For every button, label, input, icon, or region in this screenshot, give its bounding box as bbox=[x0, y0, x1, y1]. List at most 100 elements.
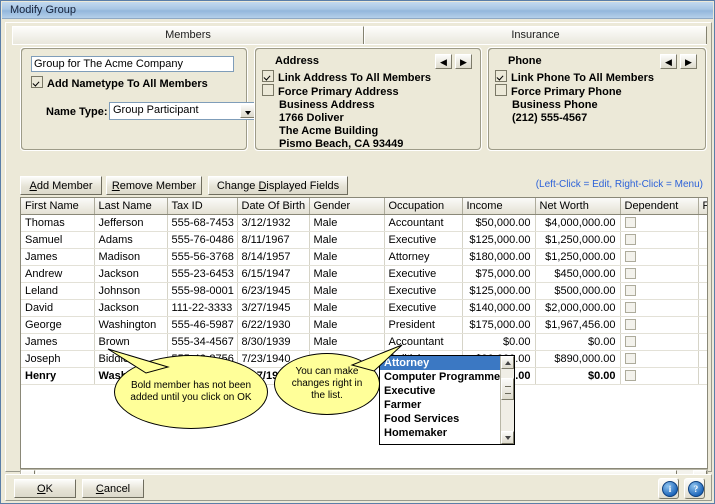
cell-net-worth[interactable]: $450,000.00 bbox=[535, 265, 621, 283]
cell-last-name[interactable]: Jackson bbox=[94, 265, 168, 283]
cell-last-name[interactable]: Johnson bbox=[94, 282, 168, 300]
dependent-checkbox[interactable] bbox=[624, 217, 636, 228]
cell-tax-id[interactable]: 555-68-7453 bbox=[167, 214, 238, 232]
cell-date-of-birth[interactable]: 6/22/1930 bbox=[237, 316, 310, 334]
column-header-first-name[interactable]: First Name bbox=[21, 198, 95, 215]
dependent-checkbox[interactable] bbox=[624, 268, 636, 279]
group-name-input[interactable] bbox=[31, 56, 234, 72]
cell-gender[interactable]: Male bbox=[309, 299, 385, 317]
cell-tax-id[interactable]: 111-22-3333 bbox=[167, 299, 238, 317]
cell-net-worth[interactable]: $1,250,000.00 bbox=[535, 248, 621, 266]
cell-income[interactable]: $175,000.00 bbox=[462, 316, 536, 334]
cell-dependent[interactable] bbox=[620, 299, 699, 317]
dropdown-option[interactable]: Executive bbox=[380, 384, 514, 398]
cell-gender[interactable]: Male bbox=[309, 316, 385, 334]
dependent-checkbox[interactable] bbox=[624, 302, 636, 313]
column-header-net-worth[interactable]: Net Worth bbox=[535, 198, 621, 215]
cell-tax-id[interactable]: 555-76-0486 bbox=[167, 231, 238, 249]
name-type-select[interactable]: Group Participant bbox=[109, 102, 257, 120]
column-header-occupation[interactable]: Occupation bbox=[384, 198, 463, 215]
cell-relation[interactable] bbox=[698, 282, 707, 300]
dependent-checkbox[interactable] bbox=[624, 370, 636, 381]
column-header-relation[interactable]: Relation bbox=[698, 198, 707, 215]
change-displayed-fields-button[interactable]: Change Displayed Fields bbox=[208, 176, 348, 195]
force-primary-phone-checkbox[interactable]: Force Primary Phone bbox=[495, 84, 622, 98]
cell-income[interactable]: $75,000.00 bbox=[462, 265, 536, 283]
cell-relation[interactable] bbox=[698, 299, 707, 317]
cell-dependent[interactable] bbox=[620, 265, 699, 283]
cell-last-name[interactable]: Adams bbox=[94, 231, 168, 249]
table-row[interactable]: George Washington 555-46-5987 6/22/1930 Male… bbox=[21, 316, 707, 334]
cell-date-of-birth[interactable]: 8/30/1939 bbox=[237, 333, 310, 351]
cell-occupation[interactable]: President bbox=[384, 316, 463, 334]
phone-prev-button[interactable]: ◀ bbox=[660, 54, 677, 69]
cell-net-worth[interactable]: $1,250,000.00 bbox=[535, 231, 621, 249]
table-row[interactable]: David Jackson 111-22-3333 3/27/1945 Male Exec… bbox=[21, 299, 707, 317]
cell-income[interactable]: $50,000.00 bbox=[462, 214, 536, 232]
cell-tax-id[interactable]: 555-34-4567 bbox=[167, 333, 238, 351]
cell-date-of-birth[interactable]: 6/23/1945 bbox=[237, 282, 310, 300]
force-primary-address-checkbox[interactable]: Force Primary Address bbox=[262, 84, 399, 98]
link-phone-checkbox[interactable]: Link Phone To All Members bbox=[495, 70, 654, 84]
scroll-down-icon[interactable] bbox=[501, 431, 514, 444]
cell-first-name[interactable]: Henry bbox=[21, 367, 95, 385]
dependent-checkbox[interactable] bbox=[624, 251, 636, 262]
cell-relation[interactable] bbox=[698, 333, 707, 351]
cell-tax-id[interactable]: 555-98-0001 bbox=[167, 282, 238, 300]
cell-relation[interactable] bbox=[698, 231, 707, 249]
cell-gender[interactable]: Male bbox=[309, 248, 385, 266]
column-header-date-of-birth[interactable]: Date Of Birth bbox=[237, 198, 310, 215]
dependent-checkbox[interactable] bbox=[624, 336, 636, 347]
cell-first-name[interactable]: Joseph bbox=[21, 350, 95, 368]
cell-tax-id[interactable]: 555-46-5987 bbox=[167, 316, 238, 334]
cell-date-of-birth[interactable]: 8/14/1957 bbox=[237, 248, 310, 266]
cell-occupation[interactable]: Executive bbox=[384, 282, 463, 300]
dropdown-option[interactable]: Farmer bbox=[380, 398, 514, 412]
cell-relation[interactable] bbox=[698, 265, 707, 283]
scroll-up-icon[interactable] bbox=[501, 356, 514, 369]
ok-button[interactable]: OK bbox=[14, 479, 76, 498]
cell-dependent[interactable] bbox=[620, 248, 699, 266]
cell-first-name[interactable]: Leland bbox=[21, 282, 95, 300]
cell-net-worth[interactable]: $500,000.00 bbox=[535, 282, 621, 300]
cell-last-name[interactable]: Jackson bbox=[94, 299, 168, 317]
cell-income[interactable]: $140,000.00 bbox=[462, 299, 536, 317]
column-header-gender[interactable]: Gender bbox=[309, 198, 385, 215]
cell-dependent[interactable] bbox=[620, 350, 699, 368]
cell-relation[interactable] bbox=[698, 248, 707, 266]
dependent-checkbox[interactable] bbox=[624, 285, 636, 296]
cell-first-name[interactable]: Andrew bbox=[21, 265, 95, 283]
cell-gender[interactable]: Male bbox=[309, 214, 385, 232]
cell-last-name[interactable]: Madison bbox=[94, 248, 168, 266]
dependent-checkbox[interactable] bbox=[624, 319, 636, 330]
address-next-button[interactable]: ▶ bbox=[455, 54, 472, 69]
cell-first-name[interactable]: David bbox=[21, 299, 95, 317]
cell-occupation[interactable]: Executive bbox=[384, 231, 463, 249]
cell-last-name[interactable]: Jefferson bbox=[94, 214, 168, 232]
cell-relation[interactable] bbox=[698, 367, 707, 385]
cell-income[interactable]: $0.00 bbox=[462, 333, 536, 351]
cell-dependent[interactable] bbox=[620, 333, 699, 351]
cell-income[interactable]: $125,000.00 bbox=[462, 231, 536, 249]
cell-date-of-birth[interactable]: 6/15/1947 bbox=[237, 265, 310, 283]
cancel-button[interactable]: Cancel bbox=[82, 479, 144, 498]
help-icon[interactable]: ? bbox=[684, 478, 705, 499]
cell-net-worth[interactable]: $0.00 bbox=[535, 367, 621, 385]
dropdown-scrollbar[interactable] bbox=[500, 356, 514, 444]
cell-first-name[interactable]: James bbox=[21, 333, 95, 351]
cell-net-worth[interactable]: $2,000,000.00 bbox=[535, 299, 621, 317]
cell-gender[interactable]: Male bbox=[309, 265, 385, 283]
cell-occupation[interactable]: Accountant bbox=[384, 214, 463, 232]
add-nametype-checkbox[interactable]: Add Nametype To All Members bbox=[31, 76, 208, 90]
cell-gender[interactable]: Male bbox=[309, 282, 385, 300]
table-row[interactable]: Thomas Jefferson 555-68-7453 3/12/1932 Male A… bbox=[21, 214, 707, 232]
cell-net-worth[interactable]: $1,967,456.00 bbox=[535, 316, 621, 334]
table-row[interactable]: James Madison 555-56-3768 8/14/1957 Male Atto… bbox=[21, 248, 707, 266]
address-prev-button[interactable]: ◀ bbox=[435, 54, 452, 69]
cell-relation[interactable] bbox=[698, 350, 707, 368]
cell-net-worth[interactable]: $0.00 bbox=[535, 333, 621, 351]
cell-tax-id[interactable]: 555-23-6453 bbox=[167, 265, 238, 283]
cell-dependent[interactable] bbox=[620, 282, 699, 300]
column-header-tax-id[interactable]: Tax ID bbox=[167, 198, 238, 215]
link-address-checkbox[interactable]: Link Address To All Members bbox=[262, 70, 431, 84]
